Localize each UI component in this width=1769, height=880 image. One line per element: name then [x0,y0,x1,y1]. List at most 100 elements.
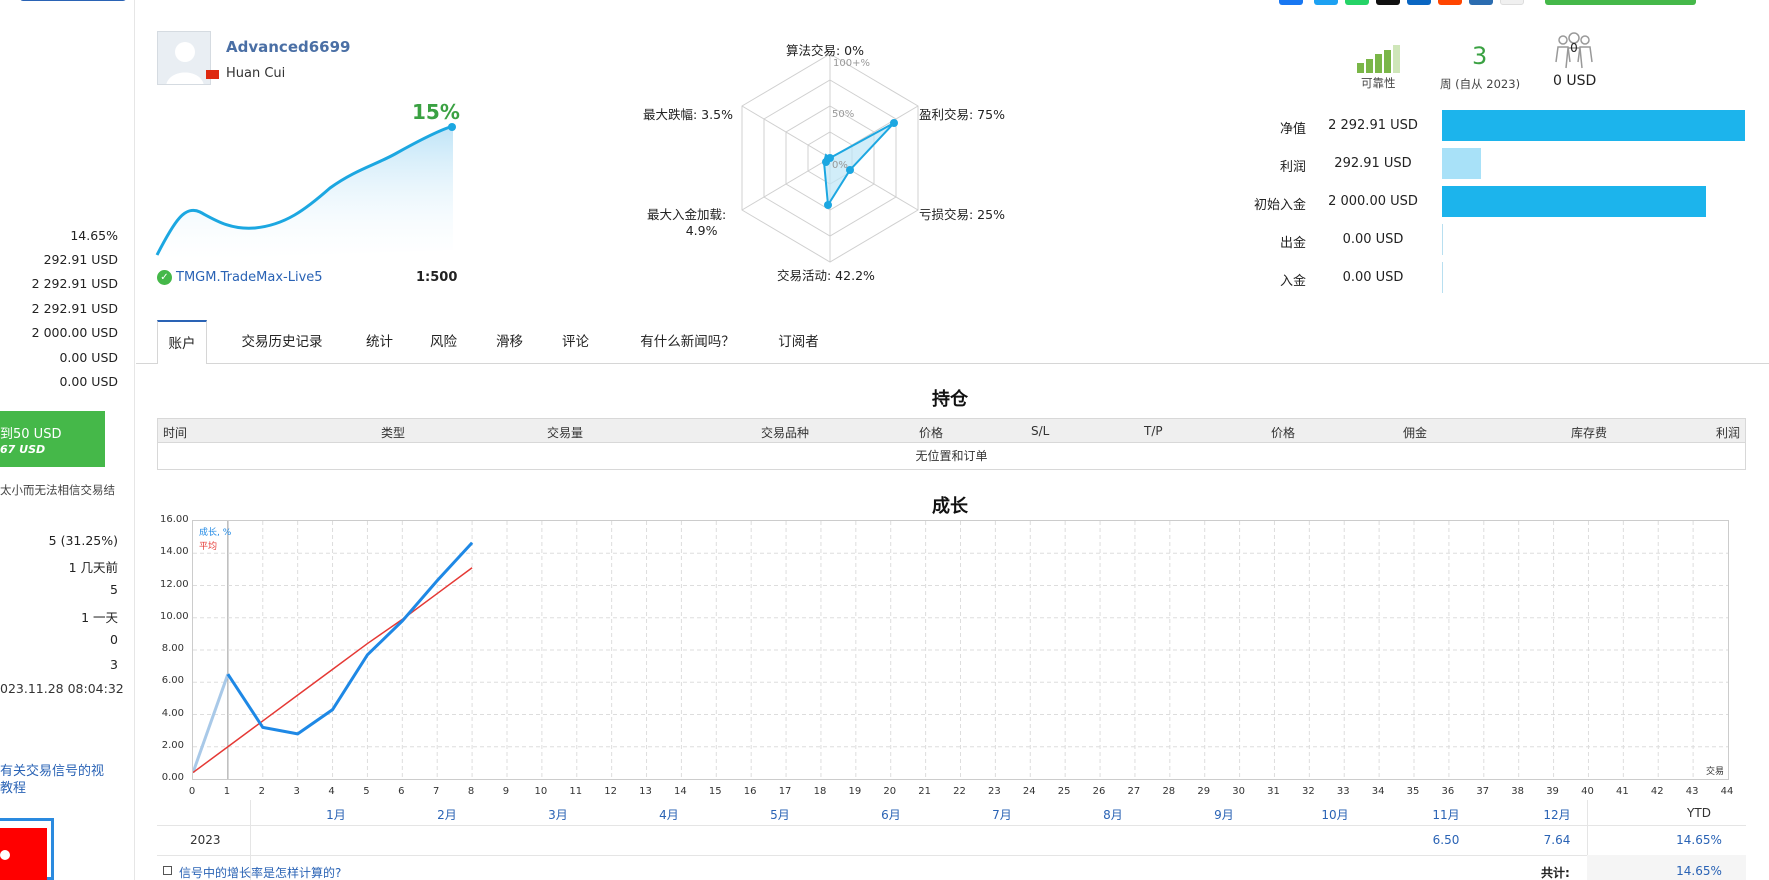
ytd-value: 14.65% [1676,833,1722,847]
subscribers-icon: 0 [1555,32,1593,69]
y-tick-5: 10.00 [160,610,189,622]
left-stat-growth: 14.65% [70,228,118,243]
col-symbol: 交易品种 [761,426,810,440]
growth-sparkline [155,123,456,260]
y-tick-8: 16.00 [160,514,189,525]
month-apr: 4月 [659,808,679,822]
more-share-icon[interactable] [1500,0,1524,5]
balance-value-3: 0.00 USD [1342,232,1404,247]
leverage: 1:500 [416,270,458,285]
growth-line [226,541,474,736]
total-value: 14.65% [1676,864,1722,878]
month-nov: 11月 [1432,808,1460,822]
x-tick-20: 20 [883,786,897,797]
x-tick-2: 2 [258,786,265,797]
balance-value-0: 2 292.91 USD [1328,118,1418,133]
broker-link[interactable]: TMGM.TradeMax-Live5 [176,270,323,285]
tab-subscribers[interactable]: 订阅者 [761,320,836,364]
col-tp: T/P [1144,424,1163,438]
linkedin-icon[interactable] [1407,0,1431,5]
col-time: 时间 [163,426,188,440]
y-tick-4: 8.00 [161,643,184,654]
x-tick-13: 13 [639,786,652,797]
x-tick-38: 38 [1511,786,1525,797]
weeks-label: 周 (自从 2023) [1440,77,1521,91]
radar-profit-label: 盈利交易: 75% [919,107,1005,122]
whatsapp-icon[interactable] [1345,0,1369,5]
sparkline-end-point [448,123,456,131]
copy-signal-button[interactable] [1545,0,1696,5]
left-stat-count: 3 [110,657,118,672]
china-flag-icon [206,70,219,79]
x-tick-41: 41 [1615,786,1629,797]
left-stat-balance: 2 292.91 USD [31,301,118,316]
vk-icon[interactable] [1469,0,1493,5]
balance-bar-2 [1442,186,1706,217]
x-tick-0: 0 [188,786,196,797]
video-link-line2: 教程 [0,781,27,796]
balance-value-1: 292.91 USD [1334,156,1412,171]
subscribe-price: 到50 USD [0,427,62,442]
subscribe-button[interactable]: 到50 USD 67 USD [0,411,105,467]
col-type: 类型 [381,426,406,440]
left-stat-trades: 5 (31.25%) [48,533,118,548]
tab-reviews[interactable]: 评论 [553,320,598,364]
video-thumbnail[interactable] [0,818,54,880]
balance-bar-0 [1442,110,1745,141]
x-tick-3: 3 [293,786,300,797]
top-left-button[interactable] [20,0,126,1]
left-stat-subscribers: 0 [110,632,118,647]
balance-label-0: 净值 [1279,122,1306,137]
video-tutorial-link[interactable]: 有关交易信号的视 教程 [0,763,104,797]
growth-faq-link[interactable]: 信号中的增长率是怎样计算的? [179,864,341,880]
radar-chart: 100+% 50% 0% [741,53,919,263]
month-mar: 3月 [548,808,568,822]
month-aug: 8月 [1103,808,1123,822]
month-jun: 6月 [881,808,901,822]
twitter-icon[interactable] [1314,0,1338,5]
balance-bar-3 [1442,224,1443,255]
nov-value: 6.50 [1432,833,1460,847]
x-tick-26: 26 [1092,786,1106,797]
tab-risks[interactable]: 风险 [421,320,466,364]
tab-account[interactable]: 账户 [157,320,207,364]
username-link[interactable]: Advanced6699 [226,38,350,56]
avatar [157,31,211,85]
y-tick-0: 0.00 [161,772,184,783]
x-icon[interactable] [1376,0,1400,5]
subscribers-value: 0 USD [1553,73,1597,89]
x-tick-27: 27 [1127,786,1141,797]
x-tick-7: 7 [433,786,440,797]
legend-average: 平均 [199,542,218,552]
balance-label-2: 初始入金 [1253,198,1306,213]
tab-news[interactable]: 有什么新闻吗？ [620,320,755,364]
x-tick-21: 21 [918,786,931,797]
balance-label-4: 入金 [1279,274,1306,289]
radar-load-line2: 4.9% [685,223,718,238]
month-dec: 12月 [1543,808,1571,822]
x-tick-12: 12 [604,786,617,797]
youtube-icon [0,828,47,880]
tab-statistics[interactable]: 统计 [357,320,402,364]
tab-slippage[interactable]: 滑移 [487,320,532,364]
left-stat-date: 023.11.28 08:04:32 [0,681,124,696]
expand-icon[interactable] [163,866,172,875]
y-tick-7: 14.00 [160,546,189,558]
growth-chart-area: 成长, % 平均 交易 [191,520,1729,780]
radar-load-line1: 最大入金加载: [647,207,727,222]
reddit-icon[interactable] [1438,0,1462,5]
x-tick-4: 4 [328,786,335,797]
tab-trade-history[interactable]: 交易历史记录 [232,320,332,364]
y-tick-3: 6.00 [161,675,184,687]
reliability-label: 可靠性 [1361,76,1396,90]
x-tick-8: 8 [467,786,475,797]
x-tick-37: 37 [1476,786,1490,797]
facebook-icon[interactable] [1279,0,1303,5]
subscribers-count: 0 [1570,41,1578,55]
x-tick-23: 23 [988,786,1001,797]
x-tick-6: 6 [398,786,405,797]
x-tick-29: 29 [1197,786,1211,797]
radar-scale-50: 50% [832,109,854,120]
left-stat-profit: 292.91 USD [43,252,118,267]
growth-title: 成长 [932,496,968,517]
